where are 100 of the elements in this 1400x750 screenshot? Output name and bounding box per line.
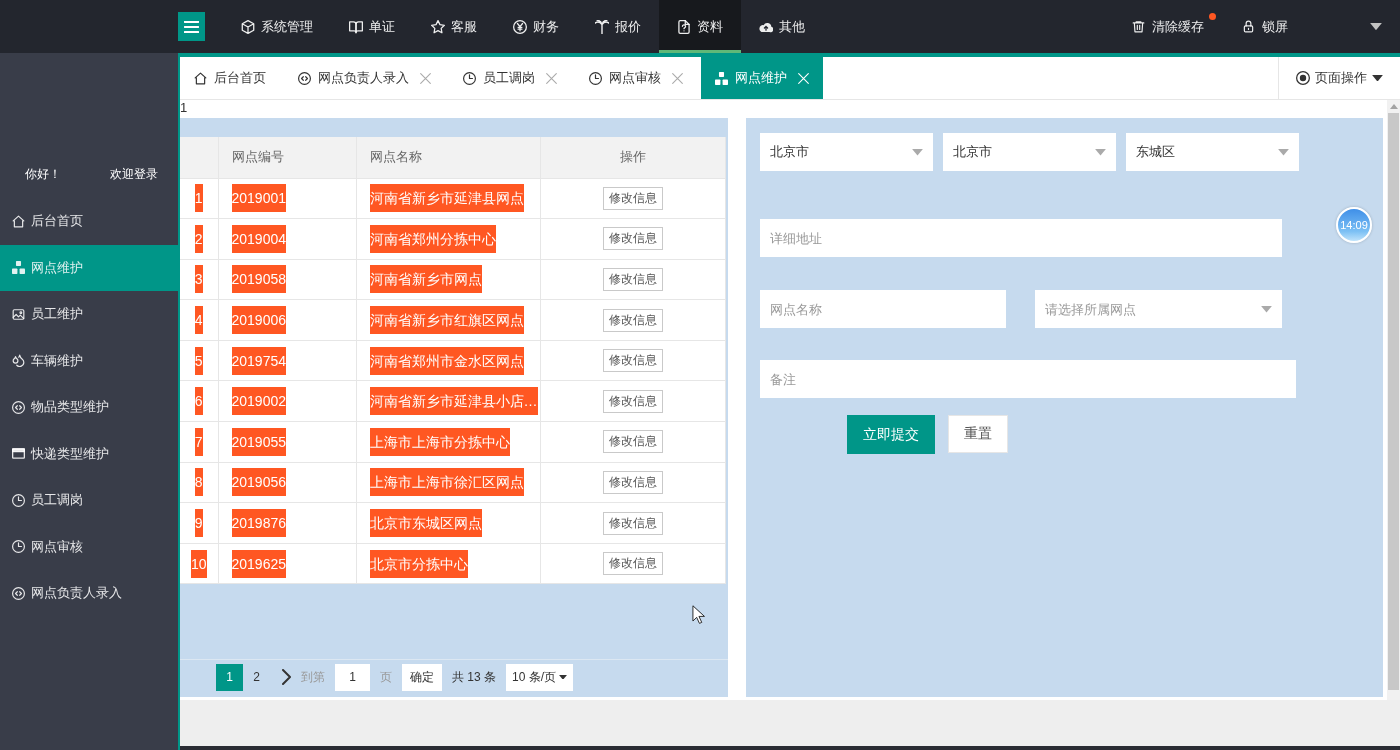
mouse-cursor-icon: [692, 605, 705, 625]
page-button[interactable]: 1: [216, 663, 243, 691]
edit-button[interactable]: 修改信息: [602, 349, 663, 373]
header-action[interactable]: 清除缓存: [1132, 17, 1204, 36]
nav-item[interactable]: 单证: [331, 0, 413, 53]
tab[interactable]: 后台首页: [180, 57, 280, 99]
branch-name: 上海市上海市徐汇区网点: [369, 468, 524, 497]
region-select[interactable]: 东城区: [1126, 133, 1299, 171]
scroll-up-arrow-icon: [1389, 104, 1398, 109]
nav-item[interactable]: 其他: [741, 0, 823, 53]
edit-button[interactable]: 修改信息: [602, 186, 663, 210]
tab[interactable]: 网点负责人录入: [284, 57, 445, 99]
home-icon: [12, 214, 25, 228]
row-number: 3: [194, 265, 203, 294]
sidebar-item[interactable]: 员工调岗: [0, 477, 178, 524]
clock-icon: [463, 71, 476, 85]
nav-item[interactable]: 财务: [495, 0, 577, 53]
row-number: 1: [194, 184, 203, 213]
edit-button[interactable]: 修改信息: [602, 389, 663, 413]
branch-name: 上海市上海市分拣中心: [369, 427, 510, 456]
column-header: 网点编号: [218, 137, 356, 178]
branch-code: 2019058: [231, 265, 286, 294]
close-icon[interactable]: [420, 72, 431, 84]
sidebar-item[interactable]: 网点审核: [0, 523, 178, 570]
code-icon: [298, 71, 311, 85]
address-field[interactable]: 详细地址: [760, 219, 1282, 257]
nav-item[interactable]: 系统管理: [223, 0, 331, 53]
branch-name: 河南省新乡市延津县网点: [369, 184, 524, 213]
boxes-icon: [715, 71, 728, 85]
submit-button[interactable]: 立即提交: [847, 415, 935, 454]
caret-down-icon: [1095, 149, 1106, 156]
lock-icon: [1242, 20, 1255, 33]
clock-icon: [589, 71, 602, 85]
menu-button[interactable]: [178, 12, 205, 41]
sidebar-item[interactable]: 物品类型维护: [0, 384, 178, 431]
sidebar-item[interactable]: 车辆维护: [0, 337, 178, 384]
edit-button[interactable]: 修改信息: [602, 430, 663, 454]
palm-tree-icon: [595, 19, 609, 34]
branch-name: 北京市分拣中心: [369, 549, 468, 578]
scrollbar[interactable]: [1387, 100, 1400, 700]
branch-code: 2019004: [231, 224, 286, 253]
column-header: 网点名称: [356, 137, 540, 178]
caret-down-icon: [1372, 74, 1383, 82]
scrollbar-thumb[interactable]: [1388, 113, 1399, 690]
page-actions-button[interactable]: 页面操作: [1278, 57, 1400, 99]
branch-code: 2019002: [231, 387, 286, 416]
page-button[interactable]: 2: [243, 663, 270, 691]
chevron-right-icon: [282, 669, 291, 685]
edit-button[interactable]: 修改信息: [602, 470, 663, 494]
remark-field[interactable]: 备注: [760, 360, 1296, 398]
close-icon[interactable]: [672, 72, 683, 84]
header-action[interactable]: 锁屏: [1242, 17, 1288, 36]
page-unit-label: 页: [380, 668, 392, 686]
row-number: 10: [190, 549, 207, 578]
sidebar-item[interactable]: 员工维护: [0, 291, 178, 338]
page-size-select[interactable]: 10 条/页: [506, 663, 573, 691]
yen-coin-icon: [513, 19, 527, 34]
sidebar-item[interactable]: 网点负责人录入: [0, 570, 178, 617]
branch-name-field[interactable]: 网点名称: [760, 290, 1006, 328]
region-select[interactable]: 北京市: [943, 133, 1116, 171]
clock-icon: [12, 540, 25, 554]
tab[interactable]: 网点审核: [575, 57, 697, 99]
cube-icon: [241, 19, 255, 34]
nav-item[interactable]: 客服: [413, 0, 495, 53]
row-number: 8: [194, 468, 203, 497]
branch-name: 河南省新乡市网点: [369, 265, 482, 294]
goto-label: 到第: [301, 668, 325, 686]
boxes-icon: [12, 261, 25, 275]
confirm-button[interactable]: 确定: [402, 663, 442, 691]
branch-name: 河南省新乡市延津县小店…: [369, 387, 538, 416]
branch-code: 2019055: [231, 427, 286, 456]
region-select[interactable]: 北京市: [760, 133, 933, 171]
branch-code: 2019006: [231, 306, 286, 335]
page-input[interactable]: 1: [335, 663, 370, 691]
edit-button[interactable]: 修改信息: [602, 552, 663, 576]
parent-branch-select[interactable]: 请选择所属网点: [1035, 290, 1282, 328]
edit-button[interactable]: 修改信息: [602, 227, 663, 251]
greeting-text: 你好！: [25, 166, 61, 182]
edit-button[interactable]: 修改信息: [602, 268, 663, 291]
branch-code: 2019001: [231, 184, 286, 213]
edit-button[interactable]: 修改信息: [602, 308, 663, 332]
close-icon[interactable]: [546, 72, 557, 84]
branch-name: 河南省郑州市金水区网点: [369, 346, 524, 375]
nav-item[interactable]: 资料: [659, 0, 741, 53]
tab[interactable]: 网点维护: [701, 57, 823, 99]
next-page-button[interactable]: [282, 669, 291, 685]
nav-item[interactable]: 报价: [577, 0, 659, 53]
open-book-icon: [349, 19, 363, 34]
menu-icon: [184, 20, 199, 33]
star-icon: [431, 19, 445, 34]
branch-name: 北京市东城区网点: [369, 509, 482, 538]
tab[interactable]: 员工调岗: [449, 57, 571, 99]
reset-button[interactable]: 重置: [948, 415, 1008, 453]
row-number: 6: [194, 387, 203, 416]
caret-down-icon[interactable]: [1370, 22, 1382, 31]
sidebar-item[interactable]: 快递类型维护: [0, 430, 178, 477]
branch-name: 河南省郑州分拣中心: [369, 224, 496, 253]
edit-button[interactable]: 修改信息: [602, 511, 663, 535]
row-number: 2: [194, 224, 203, 253]
sidebar-item[interactable]: 后台首页: [0, 198, 178, 245]
